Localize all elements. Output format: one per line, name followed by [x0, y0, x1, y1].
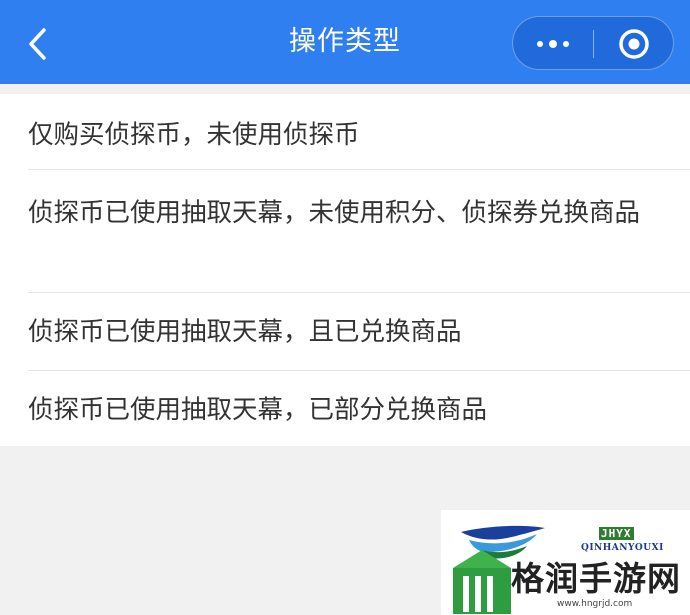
- list-item[interactable]: 侦探币已使用抽取天幕，已部分兑换商品: [0, 387, 690, 433]
- watermark-cn: 格润手游网: [511, 559, 681, 598]
- menu-capsule: [512, 16, 674, 70]
- close-button[interactable]: [594, 17, 674, 71]
- more-button[interactable]: [513, 17, 593, 71]
- divider: [28, 169, 690, 170]
- watermark: JHYX QINHANYOUXI 格润手游网 www.hngrjd.com: [441, 510, 690, 615]
- more-dots-icon: [537, 41, 543, 47]
- more-dots-icon: [549, 40, 557, 48]
- record-circle-icon: [619, 29, 649, 59]
- list-item-label: 侦探币已使用抽取天幕，已部分兑换商品: [28, 395, 488, 425]
- list-item[interactable]: 侦探币已使用抽取天幕，未使用积分、侦探券兑换商品: [0, 190, 690, 236]
- navigation-bar: 操作类型: [0, 0, 690, 84]
- list-item[interactable]: 侦探币已使用抽取天幕，且已兑换商品: [0, 309, 690, 355]
- list-item-label: 仅购买侦探币，未使用侦探币: [28, 120, 360, 150]
- list-item-label: 侦探币已使用抽取天幕，且已兑换商品: [28, 317, 462, 347]
- watermark-abbr: JHYX: [599, 527, 634, 540]
- operation-type-list: 仅购买侦探币，未使用侦探币 侦探币已使用抽取天幕，未使用积分、侦探券兑换商品 侦…: [0, 94, 690, 446]
- watermark-en: QINHANYOUXI: [581, 543, 664, 553]
- list-item[interactable]: 仅购买侦探币，未使用侦探币: [0, 112, 690, 158]
- watermark-url: www.hngrjd.com: [557, 599, 633, 609]
- divider: [28, 370, 690, 371]
- list-item-label: 侦探币已使用抽取天幕，未使用积分、侦探券兑换商品: [28, 198, 641, 228]
- divider: [28, 292, 690, 293]
- more-dots-icon: [563, 41, 569, 47]
